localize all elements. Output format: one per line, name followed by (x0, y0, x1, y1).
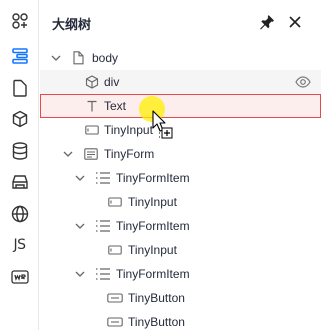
schema-icon[interactable] (0, 262, 39, 292)
input-icon (107, 194, 123, 210)
list-icon (95, 218, 111, 234)
tree-node-label: body (92, 51, 119, 65)
globe-icon[interactable] (0, 199, 39, 229)
chevron-down-icon[interactable] (74, 172, 86, 184)
page-icon[interactable] (0, 73, 39, 103)
tree-node-text[interactable]: Text (40, 94, 321, 118)
tree-node-tinybutton[interactable]: TinyButton (40, 286, 321, 310)
tree-node-tinyinput[interactable]: TinyInput (40, 118, 321, 142)
list-icon (95, 266, 111, 282)
tree-node-tinyformitem[interactable]: TinyFormItem (40, 262, 321, 286)
tree-node-label: TinyButton (128, 315, 185, 329)
tree-node-tinybutton[interactable]: TinyButton (40, 310, 321, 330)
button-icon (107, 314, 123, 330)
tree-node-label: TinyForm (104, 147, 155, 161)
input-icon (84, 122, 100, 138)
tree-node-tinyinput[interactable]: TinyInput (40, 190, 321, 214)
tree-node-label: div (104, 75, 120, 89)
chevron-down-icon[interactable] (74, 268, 86, 280)
tree-node-label: TinyFormItem (116, 267, 190, 281)
cube-icon (84, 74, 100, 90)
tree-node-label: Text (104, 99, 127, 113)
pin-icon[interactable] (257, 12, 277, 32)
tree-node-label: TinyInput (128, 243, 177, 257)
tree-node-body[interactable]: body (40, 46, 321, 70)
cube-icon[interactable] (0, 104, 39, 134)
chevron-down-icon[interactable] (74, 220, 86, 232)
page-icon (70, 50, 86, 66)
close-icon[interactable] (285, 12, 305, 32)
tree-node-label: TinyFormItem (116, 171, 190, 185)
text-icon (84, 98, 100, 114)
tree-node-tinyformitem[interactable]: TinyFormItem (40, 166, 321, 190)
tree-node-tinyinput[interactable]: TinyInput (40, 238, 321, 262)
tree-node-label: TinyButton (128, 291, 185, 305)
list-icon (95, 170, 111, 186)
outline-panel: 大纲树 body div Text TinyInput TinyForm Tin… (40, 0, 321, 330)
tree-node-label: TinyInput (104, 123, 153, 137)
eye-icon[interactable] (295, 74, 311, 90)
form-icon (83, 146, 99, 162)
bridge-icon[interactable] (0, 167, 39, 197)
database-icon[interactable] (0, 136, 39, 166)
activity-bar: JS (0, 0, 39, 330)
input-icon (107, 242, 123, 258)
tree-node-tinyform[interactable]: TinyForm (40, 142, 321, 166)
drag-copy-cursor-icon (152, 110, 176, 142)
js-label: JS (13, 237, 26, 253)
components-icon[interactable] (0, 6, 39, 36)
outline-icon[interactable] (0, 41, 39, 71)
chevron-down-icon[interactable] (62, 148, 74, 160)
js-icon[interactable]: JS (0, 230, 39, 260)
tree-node-label: TinyFormItem (116, 219, 190, 233)
panel-title: 大纲树 (52, 17, 92, 32)
tree-node-tinyformitem[interactable]: TinyFormItem (40, 214, 321, 238)
button-icon (107, 290, 123, 306)
tree-node-label: TinyInput (128, 195, 177, 209)
panel-header: 大纲树 (40, 0, 321, 44)
tree-node-div[interactable]: div (40, 70, 321, 94)
chevron-down-icon[interactable] (50, 52, 62, 64)
